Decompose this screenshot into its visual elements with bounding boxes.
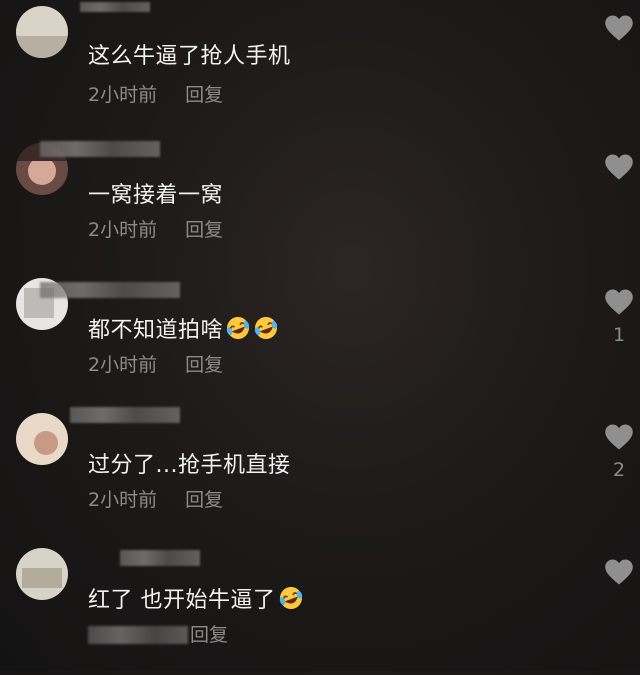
username-blurred[interactable] xyxy=(40,282,180,298)
like-button[interactable] xyxy=(604,558,634,594)
comment-time: 2小时前 xyxy=(88,84,158,106)
comment-item-4: 过分了...抢手机直接 2小时前 回复 2 xyxy=(0,405,640,540)
reply-button[interactable]: 回复 xyxy=(185,489,223,511)
reply-button[interactable]: 回复 xyxy=(185,84,223,106)
comment-text: 这么牛逼了抢人手机 xyxy=(88,44,291,69)
reply-button[interactable]: 回复 xyxy=(190,624,228,646)
reply-button[interactable]: 回复 xyxy=(185,219,223,241)
comment-text: 一窝接着一窝 xyxy=(88,183,224,208)
username-blurred[interactable] xyxy=(120,550,200,566)
username-blurred[interactable] xyxy=(70,407,180,423)
comment-item-3: 都不知道拍啥 2小时前 回复 1 xyxy=(0,270,640,405)
comment-text: 红了 也开始牛逼了 xyxy=(88,582,304,614)
comment-time: 2小时前 xyxy=(88,219,158,241)
comment-time: 2小时前 xyxy=(88,354,158,376)
avatar[interactable] xyxy=(16,413,68,465)
comment-text: 过分了...抢手机直接 xyxy=(88,453,291,478)
comment-item-5: 红了 也开始牛逼了 回复 xyxy=(0,540,640,675)
comment-meta: 2小时前 回复 xyxy=(88,80,223,107)
laughing-emoji-icon xyxy=(226,317,250,339)
username-blurred[interactable] xyxy=(80,2,150,12)
comment-text-body: 红了 也开始牛逼了 xyxy=(88,588,276,613)
heart-icon xyxy=(605,424,633,450)
like-count: 1 xyxy=(612,324,626,346)
comment-meta: 2小时前 回复 xyxy=(88,485,223,512)
like-button[interactable]: 1 xyxy=(604,288,634,346)
heart-icon xyxy=(605,154,633,180)
comment-time: 2小时前 xyxy=(88,489,158,511)
like-button[interactable] xyxy=(604,153,634,189)
comment-text: 都不知道拍啥 xyxy=(88,312,279,344)
like-button[interactable]: 2 xyxy=(604,423,634,481)
heart-icon xyxy=(605,559,633,585)
comment-meta: 回复 xyxy=(88,620,228,647)
comment-item-2: 一窝接着一窝 2小时前 回复 xyxy=(0,135,640,270)
avatar[interactable] xyxy=(16,548,68,600)
laughing-emoji-icon xyxy=(279,587,302,609)
comment-meta: 2小时前 回复 xyxy=(88,350,223,377)
time-blurred xyxy=(88,626,188,644)
reply-button[interactable]: 回复 xyxy=(185,354,223,376)
like-count: 2 xyxy=(612,459,626,481)
heart-icon xyxy=(605,15,633,41)
like-button[interactable] xyxy=(604,14,634,50)
username-blurred[interactable] xyxy=(40,141,160,157)
laughing-emoji-icon xyxy=(254,317,278,339)
avatar[interactable] xyxy=(16,6,68,58)
comment-text-body: 都不知道拍啥 xyxy=(88,318,224,343)
heart-icon xyxy=(605,289,633,315)
comment-item-1: 这么牛逼了抢人手机 2小时前 回复 xyxy=(0,0,640,135)
comment-meta: 2小时前 回复 xyxy=(88,215,223,242)
